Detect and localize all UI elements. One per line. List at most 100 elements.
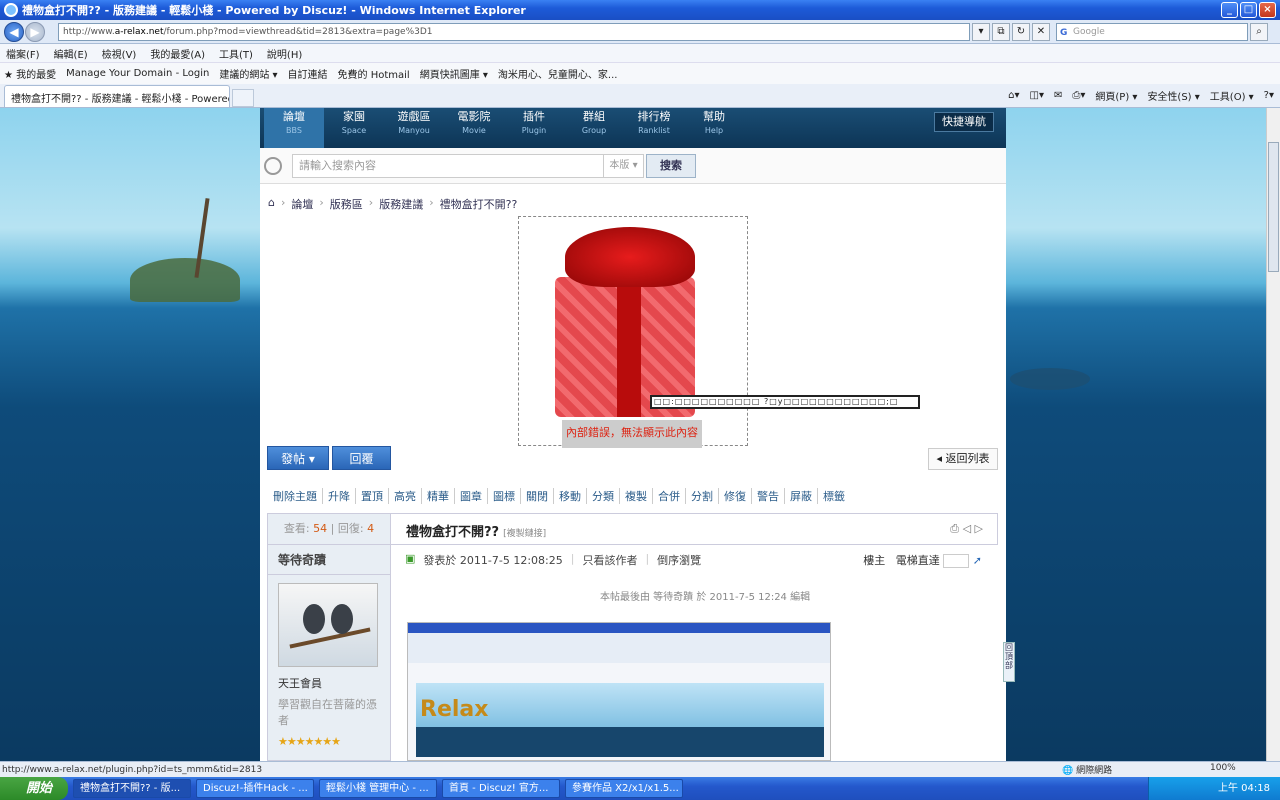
menu-view[interactable]: 檢視(V) xyxy=(102,46,137,61)
embedded-screenshot[interactable]: Relax xyxy=(407,622,831,761)
browser-tab[interactable]: 禮物盒打不開?? - 版務建議 - 輕鬆小棧 - Powered b... xyxy=(4,85,230,107)
mod-action[interactable]: 圖章 xyxy=(455,488,488,504)
new-post-button[interactable]: 發帖 ▾ xyxy=(267,446,329,470)
mod-action[interactable]: 移動 xyxy=(554,488,587,504)
reverse-order-link[interactable]: 倒序瀏覽 xyxy=(657,552,701,568)
mod-action[interactable]: 警告 xyxy=(752,488,785,504)
taskbar-item[interactable]: 輕鬆小棧 管理中心 - ... xyxy=(319,779,437,798)
nav-plugin[interactable]: 插件 Plugin xyxy=(504,108,564,148)
help-icon[interactable]: ?▾ xyxy=(1264,90,1274,101)
mod-action[interactable]: 高亮 xyxy=(389,488,422,504)
crumb-forum[interactable]: 論壇 xyxy=(291,196,313,212)
taskbar-item[interactable]: 參賽作品 X2/x1/x1.5... xyxy=(565,779,683,798)
mod-action[interactable]: 圖標 xyxy=(488,488,521,504)
url-input[interactable]: http://www. a-relax.net/forum.php?mod=vie… xyxy=(58,22,970,41)
crumb-admin-area[interactable]: 版務區 xyxy=(330,196,363,212)
thread-header: 查看: 54 | 回復: 4 禮物盒打不開?? [複製鏈接] ⎙ ◁ ▷ xyxy=(267,513,998,545)
mod-action[interactable]: 升降 xyxy=(323,488,356,504)
copy-link[interactable]: [複製鏈接] xyxy=(503,529,546,539)
home-icon[interactable]: ⌂ xyxy=(268,196,275,212)
nav-help[interactable]: 幫助 Help xyxy=(684,108,744,148)
avatar[interactable] xyxy=(278,583,378,667)
author-motto: 學習觀自在菩薩的憑者 xyxy=(278,698,377,727)
search-icon[interactable]: ⌕ xyxy=(1250,22,1268,41)
search-button[interactable]: 搜索 xyxy=(646,153,696,178)
nav-ranklist[interactable]: 排行榜 Ranklist xyxy=(624,108,684,148)
menu-favorites[interactable]: 我的最愛(A) xyxy=(150,46,205,61)
refresh-icon[interactable]: ↻ xyxy=(1012,22,1030,41)
nav-group[interactable]: 群組 Group xyxy=(564,108,624,148)
jump-arrow-icon[interactable]: ➚ xyxy=(973,554,982,567)
window-titlebar: 禮物盒打不開?? - 版務建議 - 輕鬆小棧 - Powered by Disc… xyxy=(0,0,1280,20)
vertical-scrollbar[interactable] xyxy=(1266,108,1280,761)
mail-icon[interactable]: ✉ xyxy=(1054,90,1062,101)
floor-jump-input[interactable] xyxy=(943,554,970,568)
dropdown-arrow-icon[interactable]: ▾ xyxy=(972,22,990,41)
reply-button[interactable]: 回覆 xyxy=(332,446,391,470)
new-tab-button[interactable] xyxy=(232,89,254,107)
mod-action[interactable]: 關閉 xyxy=(521,488,554,504)
online-icon: ▣ xyxy=(405,552,416,565)
nav-bbs[interactable]: 論壇 BBS xyxy=(264,108,324,148)
print-icon[interactable]: ⎙▾ xyxy=(1072,90,1085,101)
feeds-icon[interactable]: ◫▾ xyxy=(1030,90,1044,101)
crumb-suggestions[interactable]: 版務建議 xyxy=(379,196,423,212)
zoom-level[interactable]: 100% xyxy=(1210,763,1236,773)
mod-action[interactable]: 複製 xyxy=(620,488,653,504)
print-prev-next-icons[interactable]: ⎙ ◁ ▷ xyxy=(950,522,983,536)
back-to-list-button[interactable]: ◂ 返回列表 xyxy=(928,448,998,470)
mod-action[interactable]: 標籤 xyxy=(818,488,850,504)
menu-tools[interactable]: 工具(T) xyxy=(219,46,253,61)
fav-item[interactable]: Manage Your Domain - Login xyxy=(66,68,209,79)
gift-box-image[interactable] xyxy=(518,216,748,446)
menu-file[interactable]: 檔案(F) xyxy=(6,46,40,61)
scroll-thumb[interactable] xyxy=(1268,142,1279,272)
menu-edit[interactable]: 編輯(E) xyxy=(54,46,88,61)
stop-icon[interactable]: ✕ xyxy=(1032,22,1050,41)
cmd-page[interactable]: 網頁(P) ▾ xyxy=(1095,88,1137,103)
reply-count: 4 xyxy=(367,522,375,535)
home-icon[interactable]: ⌂▾ xyxy=(1008,90,1019,101)
quick-nav-button[interactable]: 快捷導航 xyxy=(934,112,994,132)
favorites-button[interactable]: ★ 我的最愛 xyxy=(4,66,56,81)
taskbar-item[interactable]: Discuz!-插件Hack - ... xyxy=(196,779,314,798)
fav-item[interactable]: 建議的網站 ▾ xyxy=(219,66,277,81)
mod-action[interactable]: 合併 xyxy=(653,488,686,504)
maximize-button[interactable]: □ xyxy=(1240,2,1257,18)
nav-space[interactable]: 家園 Space xyxy=(324,108,384,148)
mod-action[interactable]: 分類 xyxy=(587,488,620,504)
start-button[interactable]: 開始 xyxy=(0,777,68,800)
forward-button[interactable]: ▶ xyxy=(25,21,45,42)
fav-item[interactable]: 自訂連結 xyxy=(288,66,328,81)
fav-item[interactable]: 免費的 Hotmail xyxy=(338,66,410,81)
mod-action[interactable]: 刪除主題 xyxy=(268,488,323,504)
magnifier-icon xyxy=(264,156,282,175)
nav-manyou[interactable]: 遊戲區 Manyou xyxy=(384,108,444,148)
mod-action[interactable]: 屏蔽 xyxy=(785,488,818,504)
mod-action[interactable]: 分割 xyxy=(686,488,719,504)
mod-action[interactable]: 修復 xyxy=(719,488,752,504)
compat-view-icon[interactable]: ⧉ xyxy=(992,22,1010,41)
taskbar-item[interactable]: 首頁 - Discuz! 官方... xyxy=(442,779,560,798)
menu-help[interactable]: 說明(H) xyxy=(267,46,302,61)
breadcrumb: ⌂ › 論壇 › 版務區 › 版務建議 › 禮物盒打不開?? xyxy=(268,196,518,212)
only-author-link[interactable]: 只看該作者 xyxy=(582,552,637,568)
fav-item[interactable]: 淘米用心、兒童開心、家... xyxy=(498,66,618,81)
back-to-top-tab[interactable]: 回頂部 xyxy=(1003,642,1015,682)
mod-action[interactable]: 精華 xyxy=(422,488,455,504)
author-name[interactable]: 等待奇蹟 xyxy=(268,545,390,575)
cmd-tools[interactable]: 工具(O) ▾ xyxy=(1210,88,1254,103)
search-scope-select[interactable]: 本版 ▾ xyxy=(604,153,644,178)
close-button[interactable]: × xyxy=(1259,2,1276,18)
thread-title: 禮物盒打不開?? [複製鏈接] xyxy=(406,525,547,540)
search-input[interactable]: Google xyxy=(1056,22,1248,41)
command-bar: ⌂▾ ◫▾ ✉ ⎙▾ 網頁(P) ▾ 安全性(S) ▾ 工具(O) ▾ ?▾ xyxy=(1008,88,1274,103)
cmd-safety[interactable]: 安全性(S) ▾ xyxy=(1147,88,1199,103)
nav-movie[interactable]: 電影院 Movie xyxy=(444,108,504,148)
fav-item[interactable]: 網頁快訊圖庫 ▾ xyxy=(420,66,488,81)
forum-search-input[interactable]: 請輸入搜索內容 xyxy=(292,153,604,178)
taskbar-item[interactable]: 禮物盒打不開?? - 版... xyxy=(73,779,191,798)
back-button[interactable]: ◀ xyxy=(4,21,24,42)
minimize-button[interactable]: _ xyxy=(1221,2,1238,18)
mod-action[interactable]: 置頂 xyxy=(356,488,389,504)
